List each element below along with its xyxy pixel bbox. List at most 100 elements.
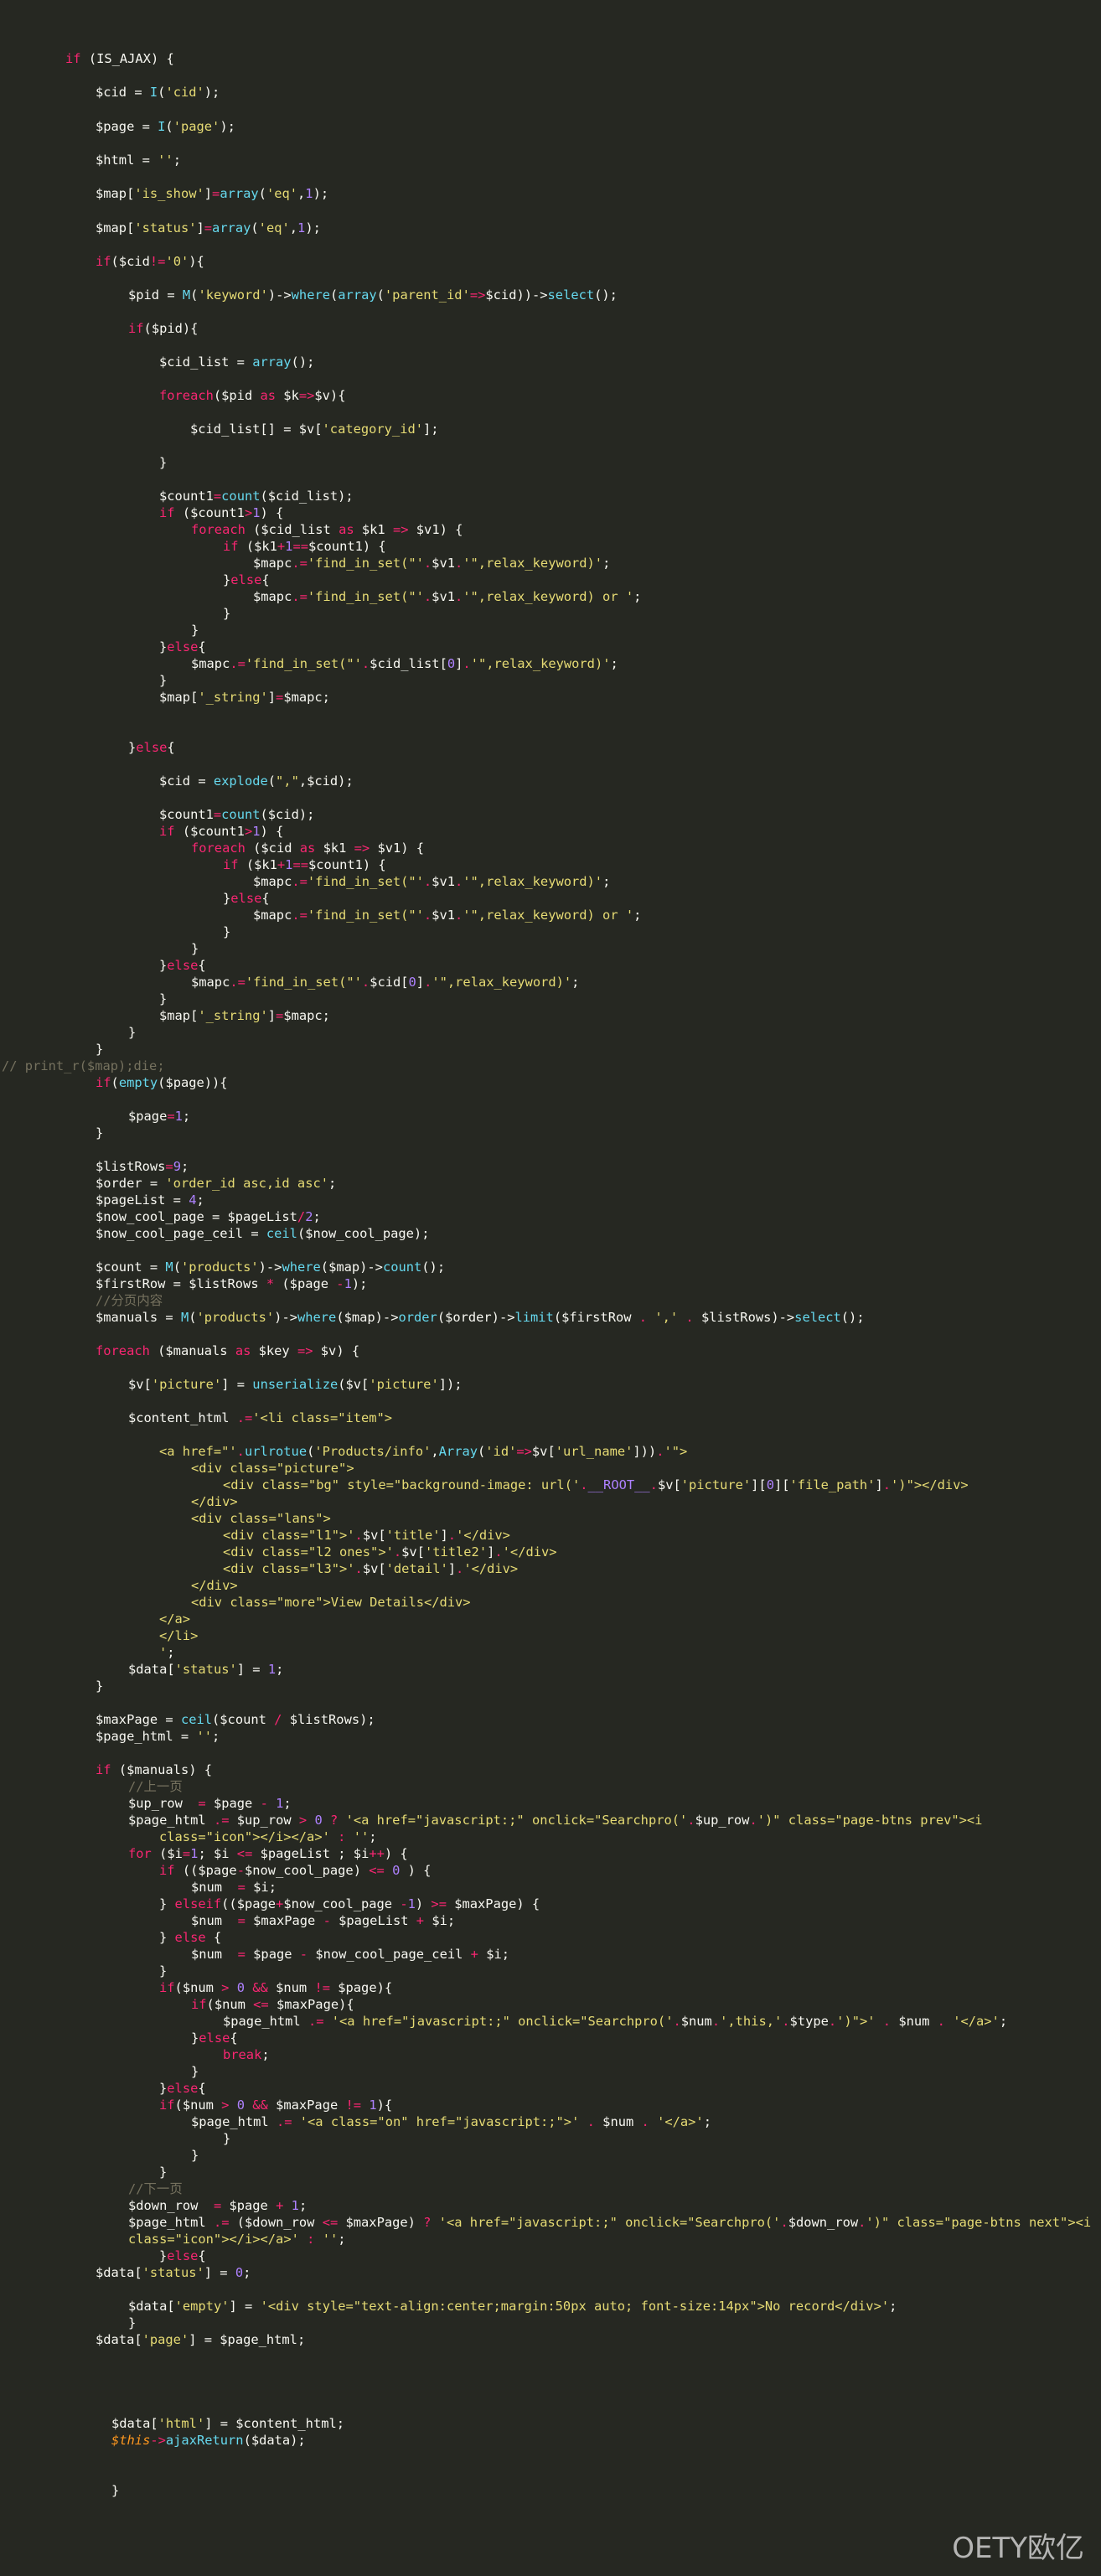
code-token-keyword: <= bbox=[322, 2215, 339, 2230]
code-line: } bbox=[191, 2063, 199, 2080]
code-token-function: M bbox=[182, 287, 191, 303]
code-token-default: ($cid bbox=[245, 841, 300, 856]
code-token-default: ){ bbox=[376, 2098, 393, 2113]
code-token-keyword: else bbox=[174, 1930, 206, 1945]
code-token-string: '<li class="item"> bbox=[252, 1410, 393, 1425]
code-token-default: ($firstRow bbox=[553, 1310, 639, 1325]
code-line: if($num > 0 && $num != $page){ bbox=[159, 1979, 392, 1996]
code-line: } bbox=[191, 2147, 199, 2164]
code-token-keyword: + bbox=[276, 1896, 284, 1911]
code-line: <div class="l3">'.$v['detail'].'</div> bbox=[223, 1560, 518, 1577]
code-token-string: ')">' bbox=[836, 2014, 876, 2029]
code-token-default bbox=[649, 2114, 657, 2129]
code-token-function: select bbox=[547, 287, 595, 303]
code-token-default: $up_row bbox=[128, 1796, 199, 1811]
code-token-default: ][ bbox=[751, 1477, 767, 1492]
code-editor[interactable]: if (IS_AJAX) {$cid = I('cid'); $page = I(… bbox=[0, 0, 1101, 2576]
code-token-keyword: foreach bbox=[159, 388, 214, 403]
code-line: <div class="more">View Details</div> bbox=[191, 1594, 471, 1611]
code-line: }else{ bbox=[223, 572, 270, 588]
code-token-default: $maxPage) { bbox=[446, 1896, 540, 1911]
code-line: }else{ bbox=[159, 2080, 206, 2097]
code-line: $this->ajaxReturn($data); bbox=[111, 2432, 306, 2449]
code-token-string: 'status' bbox=[134, 220, 197, 235]
code-token-default: ] bbox=[196, 220, 204, 235]
code-token-keyword: .= bbox=[236, 1410, 253, 1425]
code-token-default: ); bbox=[313, 186, 329, 201]
code-token-default: $now_cool_page_ceil = bbox=[96, 1226, 266, 1241]
code-token-default: $count = bbox=[96, 1260, 166, 1275]
code-token-default: $now_cool_page = $pageList bbox=[96, 1209, 297, 1224]
code-token-default: ) { bbox=[260, 505, 284, 520]
code-token-default: ($cid); bbox=[260, 807, 315, 822]
code-token-string: 'status' bbox=[174, 1662, 237, 1677]
code-token-string: 'is_show' bbox=[134, 186, 204, 201]
code-token-default: ; $i bbox=[198, 1846, 237, 1861]
code-token-string: 'file_path' bbox=[789, 1477, 876, 1492]
code-token-default bbox=[945, 2014, 953, 2029]
code-line: $page = I('page'); bbox=[96, 118, 235, 135]
code-token-default: } bbox=[128, 740, 137, 755]
code-token-string: '' bbox=[322, 2232, 339, 2247]
code-line: if ($count1>1) { bbox=[159, 823, 283, 840]
code-token-number: 1 bbox=[174, 1109, 183, 1124]
code-token-keyword: .= bbox=[276, 2114, 292, 2129]
code-token-comment: // print_r($map);die; bbox=[2, 1058, 165, 1073]
code-token-default: ] bbox=[455, 656, 463, 671]
code-token-function: ceil bbox=[180, 1712, 213, 1727]
code-token-default: $pageList bbox=[330, 1913, 416, 1928]
code-token-keyword: > bbox=[298, 1813, 308, 1828]
code-token-string: '",relax_keyword)' bbox=[470, 656, 611, 671]
code-token-default: ($map)-> bbox=[320, 1260, 383, 1275]
code-token-keyword: else bbox=[230, 891, 262, 906]
code-token-default: } bbox=[223, 924, 231, 939]
code-token-default: ); bbox=[351, 1276, 368, 1291]
code-token-default: { bbox=[198, 639, 206, 654]
code-token-keyword: && bbox=[252, 1980, 268, 1995]
code-line: $down_row = $page + 1; bbox=[128, 2197, 307, 2214]
code-token-keyword: . bbox=[780, 2215, 788, 2230]
code-token-default bbox=[345, 1829, 353, 1844]
code-token-default: ( bbox=[267, 773, 277, 789]
code-token-string: 'url_name' bbox=[555, 1444, 633, 1459]
code-token-keyword: . bbox=[424, 975, 432, 990]
code-line: $listRows=9; bbox=[96, 1158, 189, 1175]
code-token-default: } bbox=[159, 958, 168, 973]
code-line: $count1=count($cid_list); bbox=[159, 488, 354, 504]
code-token-default bbox=[292, 2114, 299, 2129]
code-token-keyword: . bbox=[454, 908, 463, 923]
code-token-default: ($count1 bbox=[174, 505, 245, 520]
code-token-keyword: .= bbox=[308, 2014, 324, 2029]
code-line: $mapc.='find_in_set("'.$v1.'",relax_keyw… bbox=[253, 555, 610, 572]
code-line: <div class="l1">'.$v['title'].'</div> bbox=[223, 1527, 510, 1544]
code-token-default: $v1 bbox=[432, 589, 455, 604]
code-token-function: order bbox=[398, 1310, 437, 1325]
code-token-default: $count1 bbox=[159, 807, 214, 822]
code-token-keyword: if bbox=[223, 539, 239, 554]
code-token-default: $page bbox=[205, 1796, 261, 1811]
code-token-default: } bbox=[159, 991, 168, 1006]
code-token-default: $num bbox=[267, 1980, 315, 1995]
code-token-default: $listRows)-> bbox=[693, 1310, 795, 1325]
code-token-string: <div class="bg" style="background-image:… bbox=[223, 1477, 581, 1492]
code-token-keyword: . bbox=[361, 975, 370, 990]
code-token-keyword: => bbox=[469, 287, 486, 303]
code-token-default: } bbox=[191, 2064, 199, 2079]
code-token-default: ; bbox=[633, 589, 642, 604]
code-token-string: class="icon"></i></a>' bbox=[128, 2232, 299, 2247]
code-token-keyword: <= bbox=[253, 1997, 269, 2012]
code-token-default: , bbox=[289, 220, 298, 235]
code-token-keyword: if bbox=[96, 1762, 111, 1777]
code-token-keyword: . bbox=[423, 908, 432, 923]
code-token-default: $v1) { bbox=[408, 522, 463, 537]
code-token-string: '<div style="text-align:center;margin:50… bbox=[260, 2299, 890, 2314]
code-token-default: } bbox=[159, 2248, 168, 2263]
code-token-keyword: .= bbox=[230, 656, 246, 671]
code-line: $num = $maxPage - $pageList + $i; bbox=[191, 1912, 455, 1929]
code-line: $now_cool_page = $pageList/2; bbox=[96, 1208, 321, 1225]
code-token-string: '_string' bbox=[198, 1008, 268, 1023]
code-token-default bbox=[245, 1980, 252, 1995]
code-token-string: 'category_id' bbox=[322, 422, 423, 437]
code-token-function: ceil bbox=[266, 1226, 297, 1241]
code-token-keyword: = bbox=[237, 1880, 246, 1895]
